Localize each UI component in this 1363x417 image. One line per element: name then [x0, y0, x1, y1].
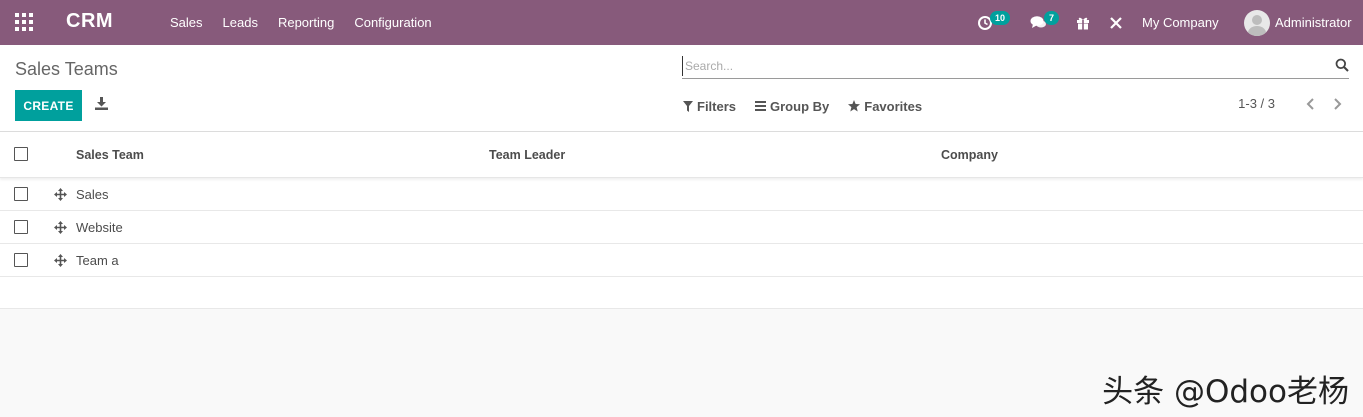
gift-icon: [1077, 17, 1089, 30]
filter-icon: [683, 100, 693, 112]
group-by-button[interactable]: Group By: [755, 99, 829, 114]
user-name: Administrator: [1275, 15, 1352, 30]
row-checkbox[interactable]: [14, 253, 28, 267]
filters-button[interactable]: Filters: [683, 99, 736, 114]
chevron-left-icon[interactable]: [1305, 97, 1317, 111]
systray: 10 7 My Company Administrator: [963, 0, 1363, 45]
search-input[interactable]: [682, 56, 1322, 76]
row-checkbox[interactable]: [14, 220, 28, 234]
column-sales-team[interactable]: Sales Team: [76, 148, 144, 162]
group-by-label: Group By: [770, 98, 830, 114]
menu-leads[interactable]: Leads: [223, 15, 258, 30]
search-bar: [682, 54, 1349, 79]
table-row[interactable]: Team a: [0, 244, 1363, 277]
avatar: [1244, 9, 1270, 36]
tools-icon: [1110, 16, 1122, 29]
menu-sales[interactable]: Sales: [170, 15, 203, 30]
empty-row: [0, 277, 1363, 309]
top-navbar: CRM Sales Leads Reporting Configuration …: [0, 0, 1363, 45]
apps-menu-icon[interactable]: [15, 13, 33, 31]
favorites-label: Favorites: [864, 98, 923, 114]
table-row[interactable]: Website: [0, 211, 1363, 244]
main-menu: Sales Leads Reporting Configuration: [170, 0, 452, 45]
cell-team-name: Website: [76, 220, 123, 235]
app-brand[interactable]: CRM: [66, 10, 113, 33]
watermark: 头条 @Odoo老杨: [1102, 374, 1349, 410]
column-company[interactable]: Company: [941, 148, 998, 162]
select-all-checkbox[interactable]: [14, 147, 28, 161]
sales-teams-list: Sales Team Team Leader Company Sales Web…: [0, 132, 1363, 309]
pager-value[interactable]: 1-3 / 3: [1238, 96, 1275, 111]
debug-tools-button[interactable]: [1109, 0, 1123, 45]
favorites-button[interactable]: Favorites: [848, 99, 922, 114]
pager: 1-3 / 3: [1238, 96, 1343, 111]
drag-handle-icon[interactable]: [54, 221, 67, 234]
user-menu[interactable]: Administrator: [1244, 0, 1352, 45]
drag-handle-icon[interactable]: [54, 188, 67, 201]
column-team-leader[interactable]: Team Leader: [489, 148, 565, 162]
download-icon[interactable]: [95, 97, 108, 110]
cell-team-name: Sales: [76, 187, 109, 202]
search-options: Filters Group By Favorites: [683, 97, 941, 115]
filters-label: Filters: [697, 98, 737, 114]
table-row[interactable]: Sales: [0, 178, 1363, 211]
star-icon: [848, 100, 861, 112]
bars-icon: [755, 101, 767, 111]
company-switcher[interactable]: My Company: [1142, 0, 1219, 45]
chevron-right-icon[interactable]: [1331, 97, 1343, 111]
menu-configuration[interactable]: Configuration: [354, 15, 431, 30]
message-count-badge: 7: [1044, 11, 1060, 25]
drag-handle-icon[interactable]: [54, 254, 67, 267]
messaging-button[interactable]: 7: [1030, 0, 1060, 45]
cell-team-name: Team a: [76, 253, 119, 268]
create-button[interactable]: CREATE: [15, 90, 82, 121]
list-header: Sales Team Team Leader Company: [0, 132, 1363, 178]
activity-count-badge: 10: [990, 11, 1011, 25]
search-icon[interactable]: [1335, 58, 1349, 72]
breadcrumb: Sales Teams: [15, 59, 118, 79]
gift-button[interactable]: [1076, 0, 1090, 45]
row-checkbox[interactable]: [14, 187, 28, 201]
menu-reporting[interactable]: Reporting: [278, 15, 334, 30]
activity-button[interactable]: 10: [977, 0, 1011, 45]
control-panel: Sales Teams CREATE Filters Group By: [0, 45, 1363, 132]
